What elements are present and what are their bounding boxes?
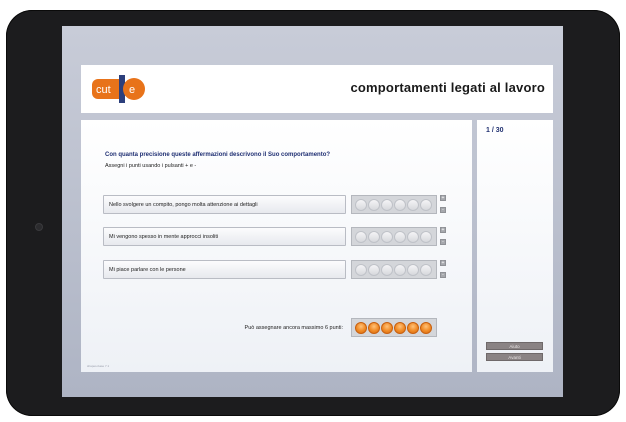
camera-icon <box>35 223 43 231</box>
rating-slots <box>351 195 437 214</box>
app-screen: cut e comportamenti legati al lavoro Con… <box>62 26 563 397</box>
remaining-points-label: Può assegnare ancora massimo 6 punti: <box>244 325 343 331</box>
remaining-points-pool <box>351 318 437 337</box>
available-point[interactable] <box>407 321 419 334</box>
available-point[interactable] <box>368 321 380 334</box>
minus-button[interactable]: - <box>440 239 446 245</box>
svg-text:cut: cut <box>96 84 111 96</box>
empty-point-slot <box>407 263 419 276</box>
empty-point-slot <box>381 263 393 276</box>
available-point[interactable] <box>381 321 393 334</box>
minus-button[interactable]: - <box>440 272 446 278</box>
available-point[interactable] <box>394 321 406 334</box>
empty-point-slot <box>355 263 367 276</box>
statement-label: Mi piace parlare con le persone <box>109 267 186 273</box>
question-text: Con quanta precisione queste affermazion… <box>105 152 331 158</box>
statement-item: Mi piace parlare con le persone <box>103 260 346 279</box>
available-point[interactable] <box>420 321 432 334</box>
empty-point-slot <box>381 198 393 211</box>
empty-point-slot <box>394 263 406 276</box>
empty-point-slot <box>420 198 432 211</box>
empty-point-slot <box>407 198 419 211</box>
app-header: cut e comportamenti legati al lavoro <box>81 65 553 113</box>
side-panel: 1 / 30 Aiuto Avanti <box>477 120 553 372</box>
statement-item: Nello svolgere un compito, pongo molta a… <box>103 195 346 214</box>
empty-point-slot <box>368 263 380 276</box>
cut-e-logo: cut e <box>92 75 145 103</box>
rating-slots <box>351 260 437 279</box>
plus-button[interactable]: + <box>440 260 446 266</box>
empty-point-slot <box>355 230 367 243</box>
statement-item: Mi vengono spesso in mente approcci inso… <box>103 227 346 246</box>
empty-point-slot <box>420 230 432 243</box>
empty-point-slot <box>420 263 432 276</box>
empty-point-slot <box>394 230 406 243</box>
version-label: shapes-base 7.1 <box>87 364 110 368</box>
empty-point-slot <box>407 230 419 243</box>
plus-button[interactable]: + <box>440 227 446 233</box>
available-point[interactable] <box>355 321 367 334</box>
empty-point-slot <box>381 230 393 243</box>
empty-point-slot <box>368 198 380 211</box>
statement-label: Mi vengono spesso in mente approcci inso… <box>109 234 219 240</box>
empty-point-slot <box>394 198 406 211</box>
svg-text:e: e <box>129 84 135 96</box>
plus-button[interactable]: + <box>440 195 446 201</box>
main-panel: Con quanta precisione queste affermazion… <box>81 120 472 372</box>
page-title: comportamenti legati al lavoro <box>350 80 545 95</box>
statement-label: Nello svolgere un compito, pongo molta a… <box>109 202 258 208</box>
empty-point-slot <box>355 198 367 211</box>
next-button[interactable]: Avanti <box>486 353 543 361</box>
rating-slots <box>351 227 437 246</box>
empty-point-slot <box>368 230 380 243</box>
minus-button[interactable]: - <box>440 207 446 213</box>
progress-counter: 1 / 30 <box>486 127 504 134</box>
instruction-text: Assegni i punti usando i pulsanti + e - <box>105 163 197 169</box>
help-button[interactable]: Aiuto <box>486 342 543 350</box>
